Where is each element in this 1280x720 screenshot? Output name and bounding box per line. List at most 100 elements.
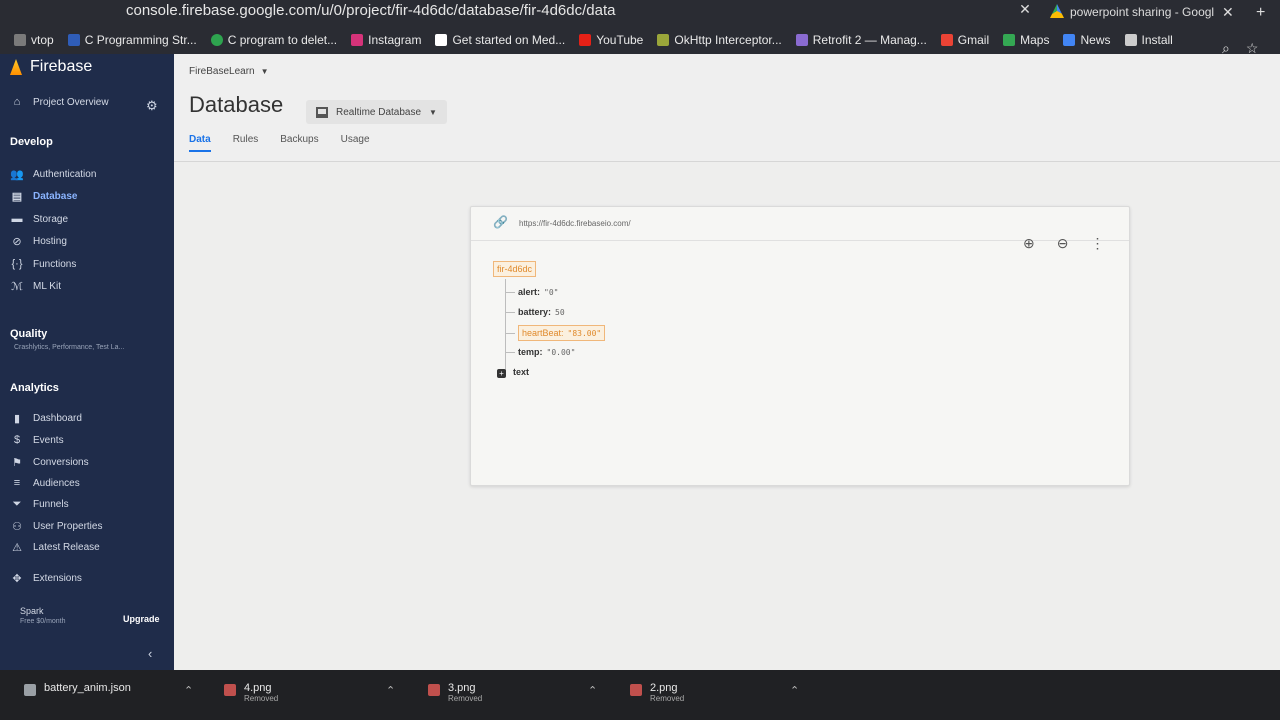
database-url[interactable]: https://fir-4d6dc.firebaseio.com/ <box>519 219 631 228</box>
download-name: 3.png <box>448 682 476 694</box>
chevron-down-icon: ▼ <box>429 107 437 117</box>
sidebar-item-funnels[interactable]: ⏷ Funnels <box>10 498 69 511</box>
tree-branch <box>505 291 515 293</box>
chevron-up-icon[interactable]: ⌃ <box>588 684 597 697</box>
tree-node-heartbeat[interactable]: heartBeat: "83.00" <box>505 325 606 341</box>
highlight-box: heartBeat: "83.00" <box>518 325 606 341</box>
node-key: heartBeat: <box>522 328 564 338</box>
address-bar[interactable]: console.firebase.google.com/u/0/project/… <box>96 0 1016 22</box>
page-title: Database <box>189 92 284 117</box>
tab-close-icon[interactable]: ✕ <box>1016 0 1034 18</box>
node-key: alert: <box>518 287 541 297</box>
tree-node-battery[interactable]: battery: 50 <box>505 307 565 317</box>
bookmark-medium[interactable]: Get started on Med... <box>435 33 565 47</box>
sidebar-item-database[interactable]: ▤ Database <box>10 190 78 203</box>
sidebar-item-latest-release[interactable]: ⚠ Latest Release <box>10 541 100 554</box>
bookmark-c-program-delete[interactable]: C program to delet... <box>210 33 337 47</box>
bookmark-maps[interactable]: Maps <box>1003 33 1049 47</box>
download-name: 2.png <box>650 682 678 694</box>
download-item-4png[interactable]: 4.png Removed <box>224 682 278 703</box>
google-icon <box>1124 34 1137 46</box>
download-item-battery-anim[interactable]: battery_anim.json <box>24 682 131 696</box>
bookmark-icon <box>210 34 223 46</box>
project-selector[interactable]: FireBaseLearn ▼ <box>189 66 269 77</box>
node-value: "0.00" <box>546 347 576 357</box>
tree-node-text[interactable]: text <box>513 367 529 377</box>
firebase-logo[interactable]: Firebase <box>10 58 92 76</box>
download-item-3png[interactable]: 3.png Removed <box>428 682 482 703</box>
sidebar-item-conversions[interactable]: ⚑ Conversions <box>10 456 89 469</box>
expand-icon[interactable]: + <box>497 369 506 378</box>
node-value: 50 <box>555 307 565 317</box>
bookmark-youtube[interactable]: YouTube <box>579 33 643 47</box>
bookmark-icon <box>14 34 26 46</box>
sidebar-item-user-properties[interactable]: ⚇ User Properties <box>10 520 102 533</box>
more-vert-icon[interactable]: ⋮ <box>1090 235 1104 252</box>
bookmark-icon <box>795 34 808 46</box>
node-value: "0" <box>544 287 559 297</box>
bookmark-news[interactable]: News <box>1063 33 1111 47</box>
link-icon[interactable]: 🔗 <box>493 215 508 229</box>
chevron-up-icon[interactable]: ⌃ <box>184 684 193 697</box>
tab-usage[interactable]: Usage <box>341 134 370 152</box>
tree-root-node[interactable]: fir-4d6dc <box>493 261 537 277</box>
gear-icon[interactable]: ⚙ <box>146 98 158 114</box>
tab-bar: Data Rules Backups Usage <box>189 134 370 152</box>
plan-price: Free $0/month <box>20 618 66 625</box>
add-icon[interactable]: ⊕ <box>1023 235 1035 252</box>
image-file-icon <box>630 684 642 696</box>
chevron-up-icon[interactable]: ⌃ <box>386 684 395 697</box>
chevron-up-icon[interactable]: ⌃ <box>790 684 799 697</box>
bookmark-icon <box>67 34 80 46</box>
bookmark-gmail[interactable]: Gmail <box>940 33 989 47</box>
tree-node-temp[interactable]: temp: "0.00" <box>505 347 575 357</box>
instagram-icon <box>351 34 364 46</box>
sidebar-item-ml-kit[interactable]: ℳ ML Kit <box>10 280 61 293</box>
tab-backups[interactable]: Backups <box>280 134 318 152</box>
bookmark-c-programming[interactable]: C Programming Str... <box>67 33 197 47</box>
sidebar-item-extensions[interactable]: ✥ Extensions <box>10 572 82 585</box>
tab-powerpoint[interactable]: powerpoint sharing - Googl <box>1050 2 1214 22</box>
bookmark-retrofit[interactable]: Retrofit 2 — Manag... <box>795 33 927 47</box>
user-properties-icon: ⚇ <box>12 521 22 533</box>
drive-icon <box>1050 4 1064 18</box>
chevron-left-icon[interactable]: ‹ <box>148 646 152 661</box>
image-file-icon <box>224 684 236 696</box>
release-icon: ⚠ <box>12 542 22 554</box>
page-header: FireBaseLearn ▼ Database Realtime Databas… <box>174 54 1280 162</box>
sidebar-item-hosting[interactable]: ⊘ Hosting <box>10 235 67 248</box>
sidebar-item-audiences[interactable]: ≡ Audiences <box>10 477 80 489</box>
news-icon <box>1063 34 1076 46</box>
remove-icon[interactable]: ⊖ <box>1057 235 1069 252</box>
download-item-2png[interactable]: 2.png Removed <box>630 682 684 703</box>
node-key: temp: <box>518 347 543 357</box>
sidebar-item-authentication[interactable]: 👥 Authentication <box>10 168 96 181</box>
new-tab-icon[interactable]: + <box>1256 4 1265 22</box>
data-viewer-panel: 🔗 https://fir-4d6dc.firebaseio.com/ ⊕ ⊖ … <box>470 206 1130 486</box>
firebase-flame-icon <box>10 59 22 75</box>
bookmark-instagram[interactable]: Instagram <box>351 33 421 47</box>
flag-icon: ⚑ <box>12 457 22 469</box>
sidebar-item-functions[interactable]: {·} Functions <box>10 258 76 270</box>
main-content: FireBaseLearn ▼ Database Realtime Databas… <box>174 54 1280 670</box>
tree-node-alert[interactable]: alert: "0" <box>505 287 558 297</box>
tree-branch <box>505 351 515 353</box>
tab-rules[interactable]: Rules <box>233 134 259 152</box>
sidebar-item-events[interactable]: $ Events <box>10 434 64 446</box>
quality-subtitle: Crashlytics, Performance, Test La... <box>14 344 125 351</box>
bookmark-install[interactable]: Install <box>1124 33 1173 47</box>
sidebar-item-project-overview[interactable]: ⌂ Project Overview <box>10 96 109 108</box>
close-tab-icon[interactable]: ✕ <box>1222 4 1234 21</box>
sidebar-item-storage[interactable]: ▬ Storage <box>10 213 69 225</box>
bookmark-vtop[interactable]: vtop <box>14 33 54 47</box>
sidebar-item-dashboard[interactable]: ▮ Dashboard <box>10 412 82 425</box>
maps-icon <box>1003 34 1016 46</box>
download-status: Removed <box>650 694 685 703</box>
upgrade-button[interactable]: Upgrade <box>123 614 160 624</box>
database-selector[interactable]: Realtime Database ▼ <box>306 100 447 124</box>
quality-heading[interactable]: Quality <box>10 328 47 340</box>
chevron-down-icon: ▼ <box>260 67 269 76</box>
tab-data[interactable]: Data <box>189 134 211 152</box>
bookmark-okhttp[interactable]: OkHttp Interceptor... <box>657 33 782 47</box>
tree-branch <box>505 311 515 313</box>
